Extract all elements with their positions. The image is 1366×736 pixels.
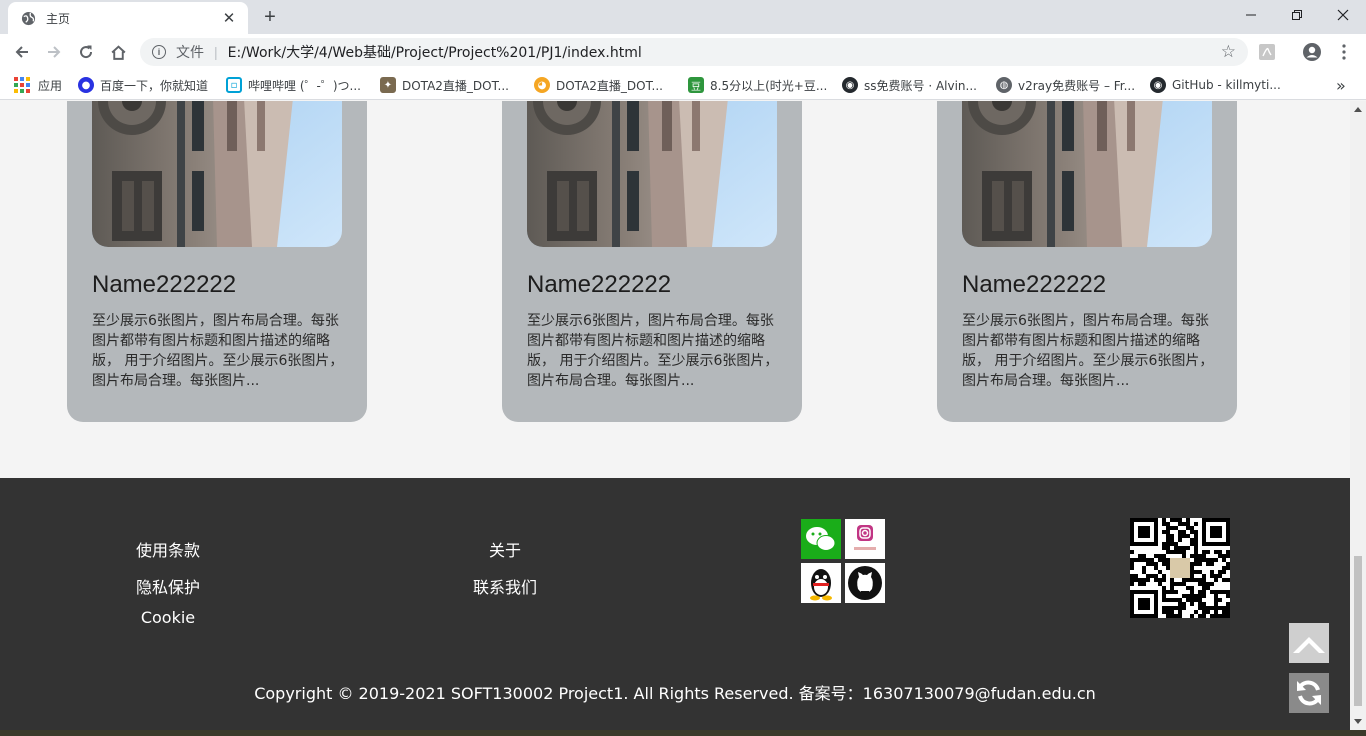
scrollbar-thumb[interactable] — [1354, 556, 1362, 706]
bookmarks-overflow-button[interactable]: » — [1336, 76, 1346, 95]
bookmark-item[interactable]: ● 百度一下，你就知道 — [78, 76, 208, 94]
page-scrollbar[interactable] — [1350, 101, 1366, 736]
bookmark-item[interactable]: ✦ DOTA2直播_DOT... — [380, 76, 509, 94]
footer-link-privacy[interactable]: 隐私保护 — [118, 574, 218, 598]
bookmark-label: 哔哩哔哩 (゜-゜)つ... — [248, 78, 361, 93]
footer-link-cookie[interactable]: Cookie — [118, 608, 218, 627]
forward-arrow-icon[interactable] — [42, 40, 66, 64]
baidu-icon: ● — [78, 77, 94, 93]
bookmarks-bar: 应用 ● 百度一下，你就知道 ▫ 哔哩哔哩 (゜-゜)つ... ✦ DOTA2直… — [0, 70, 1366, 100]
card-photo[interactable] — [962, 101, 1212, 247]
dota-icon: ✦ — [380, 77, 396, 93]
image-card[interactable]: Name222222 至少展示6张图片，图片布局合理。每张图片都带有图片标题和图… — [937, 101, 1237, 422]
bookmark-label: DOTA2直播_DOT... — [556, 78, 663, 93]
scroll-up-arrow-icon[interactable] — [1354, 107, 1362, 112]
pdf-extension-icon[interactable] — [1257, 42, 1277, 62]
menu-kebab-icon[interactable] — [1334, 42, 1354, 62]
bookmark-label: ss免费账号 · Alvin... — [864, 78, 977, 93]
new-tab-button[interactable]: + — [258, 6, 282, 28]
page-footer: 使用条款 隐私保护 Cookie 关于 联系我们 Copyright © 201… — [0, 478, 1350, 736]
back-to-top-button[interactable] — [1289, 623, 1329, 663]
qr-code-image — [1130, 518, 1230, 618]
card-title: Name222222 — [962, 271, 1107, 298]
card-photo[interactable] — [92, 101, 342, 247]
taskbar-edge — [0, 730, 1366, 736]
bookmark-item[interactable]: ◉ ss免费账号 · Alvin... — [842, 76, 977, 94]
instagram-icon[interactable] — [845, 519, 885, 559]
copyright-text: Copyright © 2019-2021 SOFT130002 Project… — [254, 684, 1096, 703]
tab-title: 主页 — [46, 11, 71, 26]
globe-icon — [20, 10, 36, 26]
page-viewport: Name222222 至少展示6张图片，图片布局合理。每张图片都带有图片标题和图… — [0, 101, 1350, 736]
bookmark-item[interactable]: ◕ DOTA2直播_DOT... — [534, 76, 663, 94]
browser-titlebar: 主页 ✕ + — [0, 0, 1366, 34]
minimize-icon[interactable] — [1228, 0, 1274, 30]
image-card[interactable]: Name222222 至少展示6张图片，图片布局合理。每张图片都带有图片标题和图… — [502, 101, 802, 422]
bookmark-item[interactable]: ◍ v2ray免费账号 – Fr... — [996, 76, 1135, 94]
github-icon: ◉ — [1150, 77, 1166, 93]
url-text[interactable]: E:/Work/大学/4/Web基础/Project/Project%201/P… — [228, 42, 642, 62]
globe-icon: ◍ — [996, 77, 1012, 93]
bookmark-label: 应用 — [38, 78, 63, 93]
refresh-button[interactable] — [1289, 673, 1329, 713]
wechat-icon[interactable] — [801, 519, 841, 559]
address-bar[interactable]: i 文件 | E:/Work/大学/4/Web基础/Project/Projec… — [140, 38, 1248, 66]
card-description: 至少展示6张图片，图片布局合理。每张图片都带有图片标题和图片描述的缩略版， 用于… — [527, 313, 779, 389]
bookmark-apps[interactable]: 应用 — [14, 76, 62, 94]
card-description: 至少展示6张图片，图片布局合理。每张图片都带有图片标题和图片描述的缩略版， 用于… — [962, 313, 1214, 389]
footer-link-terms[interactable]: 使用条款 — [118, 537, 218, 561]
browser-tab[interactable]: 主页 ✕ — [8, 2, 248, 34]
github-icon[interactable] — [845, 563, 885, 603]
back-arrow-icon[interactable] — [10, 40, 34, 64]
footer-link-contact[interactable]: 联系我们 — [455, 574, 555, 598]
card-title: Name222222 — [527, 271, 672, 298]
browser-toolbar: i 文件 | E:/Work/大学/4/Web基础/Project/Projec… — [0, 34, 1366, 70]
bookmark-label: 百度一下，你就知道 — [100, 78, 209, 93]
card-photo[interactable] — [527, 101, 777, 247]
qq-icon[interactable] — [801, 563, 841, 603]
restore-icon[interactable] — [1274, 0, 1320, 30]
back-to-top-icon — [1289, 623, 1329, 663]
image-card[interactable]: Name222222 至少展示6张图片，图片布局合理。每张图片都带有图片标题和图… — [67, 101, 367, 422]
bookmark-item[interactable]: ◉ GitHub - killmyti... — [1150, 76, 1281, 94]
github-icon: ◉ — [842, 77, 858, 93]
huya-icon: ◕ — [534, 77, 550, 93]
reload-icon[interactable] — [74, 40, 98, 64]
close-tab-icon[interactable]: ✕ — [220, 9, 238, 27]
info-icon[interactable]: i — [152, 45, 166, 59]
footer-link-about[interactable]: 关于 — [455, 537, 555, 561]
refresh-icon — [1289, 673, 1329, 713]
apps-grid-icon — [14, 77, 30, 93]
bookmark-star-icon[interactable]: ☆ — [1221, 42, 1236, 62]
bookmark-label: DOTA2直播_DOT... — [402, 78, 509, 93]
bookmark-item[interactable]: ▫ 哔哩哔哩 (゜-゜)つ... — [226, 76, 361, 94]
close-window-icon[interactable] — [1320, 0, 1366, 30]
profile-icon[interactable] — [1302, 42, 1322, 62]
scroll-down-arrow-icon[interactable] — [1354, 719, 1362, 724]
home-icon[interactable] — [106, 40, 130, 64]
url-scheme-label: 文件 — [176, 45, 204, 61]
bookmark-label: 8.5分以上(时光+豆... — [710, 78, 828, 93]
card-description: 至少展示6张图片，图片布局合理。每张图片都带有图片标题和图片描述的缩略版， 用于… — [92, 313, 344, 389]
bookmark-label: GitHub - killmyti... — [1172, 78, 1281, 92]
url-separator: | — [214, 44, 218, 60]
card-title: Name222222 — [92, 271, 237, 298]
bilibili-icon: ▫ — [226, 77, 242, 93]
bookmark-item[interactable]: 豆 8.5分以上(时光+豆... — [688, 76, 827, 94]
bookmark-label: v2ray免费账号 – Fr... — [1018, 78, 1136, 93]
douban-icon: 豆 — [688, 77, 704, 93]
